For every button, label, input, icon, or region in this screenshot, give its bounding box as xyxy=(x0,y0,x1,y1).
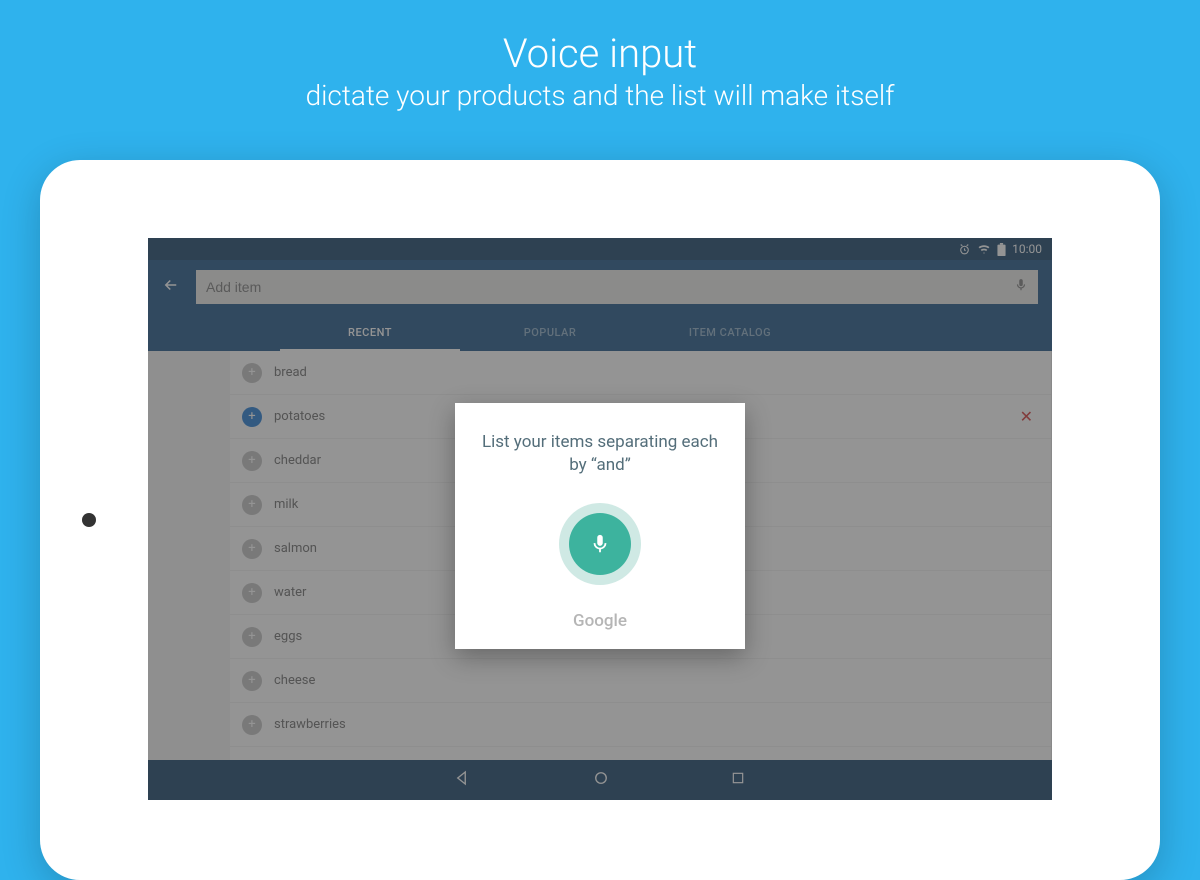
device-screen: 10:00 RECENT POPULAR ITEM CATALOG xyxy=(148,238,1052,800)
dialog-instruction: List your items separating each by “and” xyxy=(475,431,725,477)
promo-subtitle: dictate your products and the list will … xyxy=(0,79,1200,112)
provider-label: Google xyxy=(475,611,725,631)
mic-button-outer xyxy=(559,503,641,585)
tablet-frame: 10:00 RECENT POPULAR ITEM CATALOG xyxy=(40,160,1160,880)
tablet-camera xyxy=(82,513,96,527)
voice-input-dialog: List your items separating each by “and”… xyxy=(455,403,745,649)
promo-header: Voice input dictate your products and th… xyxy=(0,0,1200,112)
mic-button[interactable] xyxy=(569,513,631,575)
promo-title: Voice input xyxy=(0,30,1200,77)
